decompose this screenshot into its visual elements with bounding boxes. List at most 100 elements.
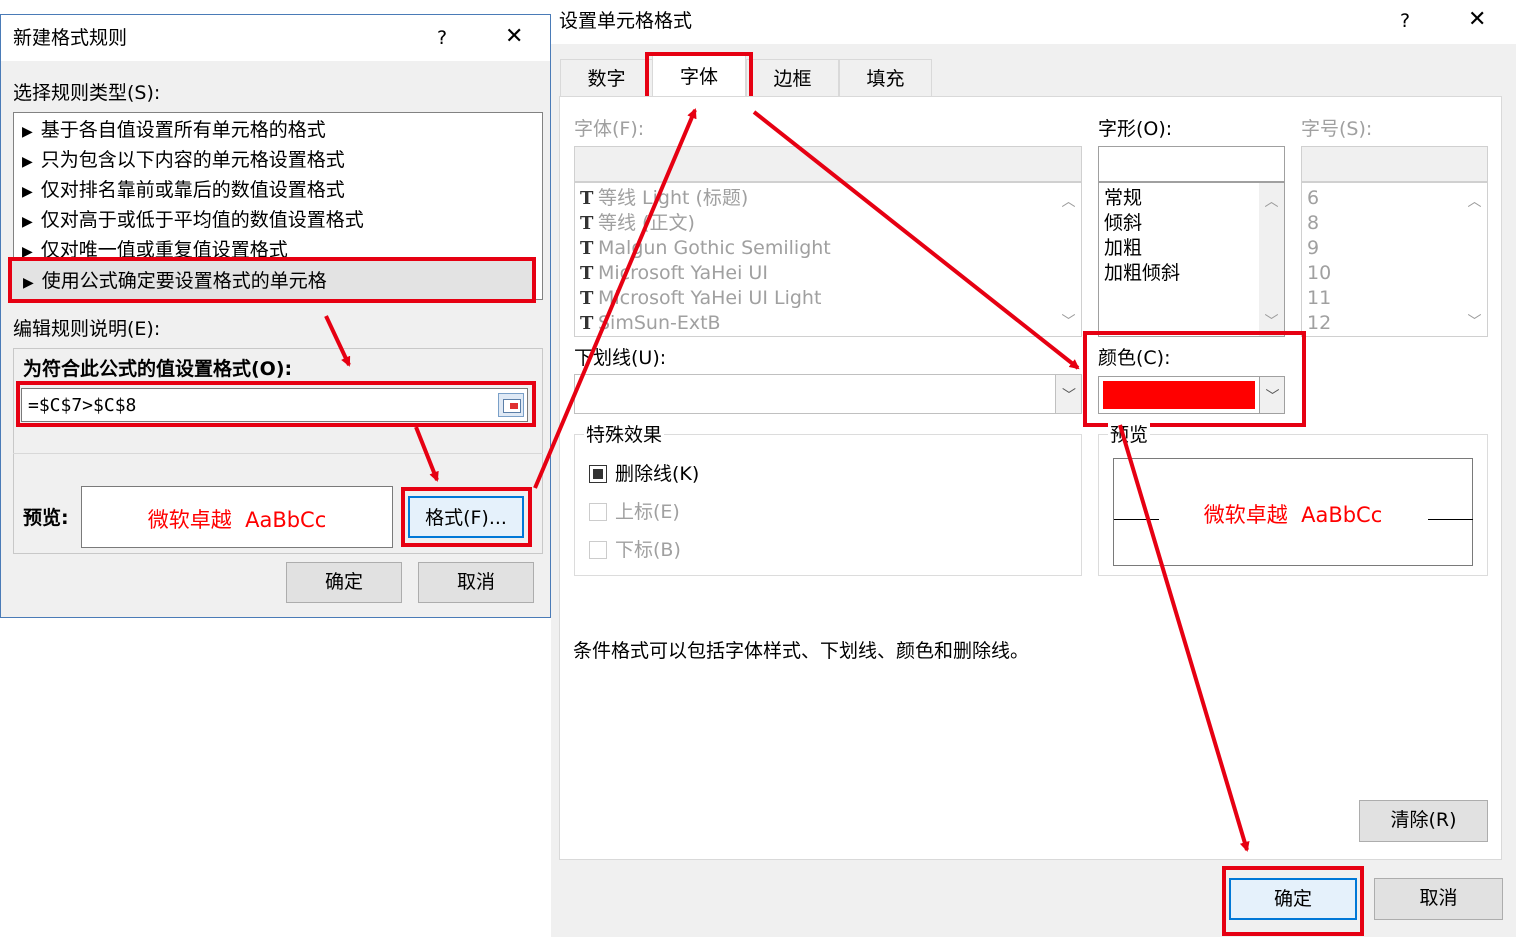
tab-border-label: 边框 [773, 68, 812, 90]
font-list-item[interactable]: T Malgun Gothic Semilight [580, 236, 831, 261]
style-list-item[interactable]: 倾斜 [1104, 211, 1180, 236]
effect-label: 上标(E) [615, 501, 680, 523]
font-label: 字体(F): [574, 118, 645, 140]
formula-label: 为符合此公式的值设置格式(O): [23, 358, 293, 380]
scrollbar[interactable]: ︿ ﹀ [1259, 183, 1284, 336]
cancel-button[interactable]: 取消 [418, 562, 534, 603]
rule-type-label: 仅对高于或低于平均值的数值设置格式 [40, 209, 364, 231]
chevron-up-icon[interactable]: ︿ [1259, 191, 1284, 211]
ok-button[interactable]: 确定 [286, 562, 402, 603]
style-input[interactable] [1098, 146, 1285, 182]
triangle-right-icon: ▶ [22, 184, 33, 200]
triangle-right-icon: ▶ [22, 214, 33, 230]
size-list-item[interactable]: 12 [1307, 311, 1331, 336]
help-icon[interactable]: ? [1400, 9, 1410, 33]
truetype-font-icon: T [580, 263, 594, 284]
size-list-item[interactable]: 10 [1307, 261, 1331, 286]
tab-fill[interactable]: 填充 [839, 59, 932, 96]
preview-text: 微软卓越 AaBbCc [1203, 503, 1383, 527]
cancel-button[interactable]: 取消 [1374, 878, 1503, 920]
font-name: Malgun Gothic Semilight [598, 237, 831, 259]
style-list-item[interactable]: 加粗 [1104, 236, 1180, 261]
chevron-down-icon[interactable]: ﹀ [1056, 311, 1081, 331]
chevron-up-icon[interactable]: ︿ [1056, 191, 1081, 211]
font-name: SimSun-ExtB [598, 312, 721, 334]
font-list[interactable]: T 等线 Light (标题) T 等线 (正文) T Malgun Gothic Sem… [574, 182, 1082, 337]
font-name: 等线 Light (标题) [598, 187, 749, 209]
dialog-title: 新建格式规则 [13, 27, 128, 49]
font-name-input[interactable] [574, 146, 1082, 182]
chevron-down-icon[interactable]: ﹀ [1462, 311, 1487, 331]
select-rule-type-label: 选择规则类型(S): [13, 82, 161, 104]
effect-label: 删除线(K) [615, 463, 700, 485]
truetype-font-icon: T [580, 213, 594, 234]
underline-label: 下划线(U): [574, 347, 667, 369]
new-format-rule-dialog: 新建格式规则 ? ✕ 选择规则类型(S): ▶ 基于各自值设置所有单元格的格式 ▶ 只… [0, 14, 551, 618]
font-name: Microsoft YaHei UI Light [598, 287, 822, 309]
checkbox-icon[interactable] [589, 503, 607, 521]
font-name: Microsoft YaHei UI [598, 262, 768, 284]
rule-type-label: 只为包含以下内容的单元格设置格式 [40, 149, 345, 171]
style-list-item[interactable]: 加粗倾斜 [1104, 261, 1180, 286]
truetype-font-icon: T [580, 288, 594, 309]
font-list-item[interactable]: T 等线 (正文) [580, 211, 831, 236]
preview-label: 预览: [23, 507, 69, 529]
close-icon[interactable]: ✕ [505, 24, 523, 49]
highlight-box-formula [16, 381, 536, 427]
triangle-right-icon: ▶ [22, 154, 33, 170]
scrollbar[interactable]: ︿ ﹀ [1056, 183, 1081, 336]
rule-type-item[interactable]: ▶ 基于各自值设置所有单元格的格式 [14, 115, 542, 145]
help-icon[interactable]: ? [437, 26, 447, 50]
note-text: 条件格式可以包括字体样式、下划线、颜色和删除线。 [573, 640, 1030, 662]
effect-label: 下标(B) [615, 539, 681, 561]
highlight-box-ok [1222, 866, 1364, 936]
highlight-box-format [401, 487, 532, 547]
font-list-item[interactable]: T Microsoft YaHei UI [580, 261, 831, 286]
tab-border[interactable]: 边框 [746, 59, 839, 96]
font-list-item[interactable]: T 等线 Light (标题) [580, 186, 831, 211]
style-list-item[interactable]: 常规 [1104, 186, 1180, 211]
size-list[interactable]: 6 8 9 10 11 12 ︿ ﹀ [1301, 182, 1488, 337]
divider [13, 453, 543, 454]
preview-text: 微软卓越 AaBbCc [147, 508, 327, 532]
highlight-box-color [1083, 331, 1306, 427]
size-list-item[interactable]: 9 [1307, 236, 1331, 261]
effects-label: 特殊效果 [584, 423, 665, 447]
style-label: 字形(O): [1098, 118, 1173, 140]
font-name: 等线 (正文) [598, 212, 695, 234]
font-list-item[interactable]: T Microsoft YaHei UI Light [580, 286, 831, 311]
size-label: 字号(S): [1301, 118, 1373, 140]
dialog-title: 设置单元格格式 [559, 10, 693, 32]
tab-number[interactable]: 数字 [560, 59, 653, 96]
tab-fill-label: 填充 [866, 68, 905, 90]
underline-select[interactable]: ﹀ [574, 374, 1082, 414]
scrollbar[interactable]: ︿ ﹀ [1462, 183, 1487, 336]
checkbox-checked-icon[interactable] [589, 465, 607, 483]
edit-description-label: 编辑规则说明(E): [13, 318, 161, 340]
clear-button[interactable]: 清除(R) [1359, 800, 1488, 842]
size-list-item[interactable]: 8 [1307, 211, 1331, 236]
style-list[interactable]: 常规 倾斜 加粗 加粗倾斜 ︿ ﹀ [1098, 182, 1285, 337]
size-list-item[interactable]: 11 [1307, 286, 1331, 311]
dropdown-button[interactable]: ﹀ [1055, 375, 1081, 413]
size-list-item[interactable]: 6 [1307, 186, 1331, 211]
close-icon[interactable]: ✕ [1468, 7, 1486, 32]
rule-list-container: ▶ 基于各自值设置所有单元格的格式 ▶ 只为包含以下内容的单元格设置格式 ▶ 仅对排名靠前… [14, 115, 542, 265]
rule-type-item[interactable]: ▶ 仅对高于或低于平均值的数值设置格式 [14, 205, 542, 235]
preview-box: 微软卓越 AaBbCc [81, 486, 393, 548]
font-list-item[interactable]: T SimSun-ExtB [580, 311, 831, 336]
tab-number-label: 数字 [587, 68, 626, 90]
rule-type-item[interactable]: ▶ 仅对排名靠前或靠后的数值设置格式 [14, 175, 542, 205]
checkbox-icon[interactable] [589, 541, 607, 559]
highlight-box-rule [8, 257, 536, 303]
size-input[interactable] [1301, 146, 1488, 182]
size-list-container: 6 8 9 10 11 12 [1307, 186, 1331, 336]
chevron-up-icon[interactable]: ︿ [1462, 191, 1487, 211]
chevron-down-icon[interactable]: ﹀ [1259, 311, 1284, 331]
format-cells-dialog: 设置单元格格式 ? ✕ 数字 字体 边框 填充 字体(F): T 等线 Light… [551, 0, 1516, 937]
rule-type-item[interactable]: ▶ 只为包含以下内容的单元格设置格式 [14, 145, 542, 175]
rule-type-label: 仅对排名靠前或靠后的数值设置格式 [40, 179, 345, 201]
triangle-right-icon: ▶ [22, 124, 33, 140]
truetype-font-icon: T [580, 313, 594, 334]
truetype-font-icon: T [580, 238, 594, 259]
